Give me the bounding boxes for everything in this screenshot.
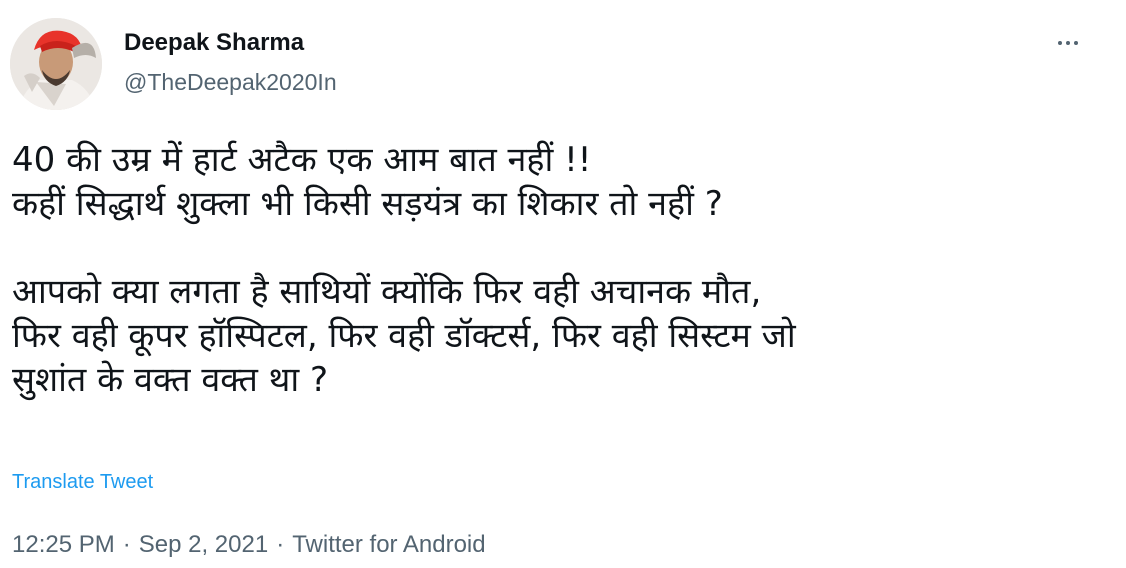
tweet-card: Deepak Sharma @TheDeepak2020In 40 की उम्… (0, 0, 1126, 568)
tweet-text-line: सुशांत के वक्त वक्त था ? (12, 360, 329, 400)
author-name[interactable]: Deepak Sharma (124, 28, 304, 58)
avatar[interactable] (10, 18, 102, 110)
avatar-photo (10, 18, 102, 110)
tweet-text-line: 40 की उम्र में हार्ट अटैक एक आम बात नहीं… (12, 140, 592, 180)
more-dot (1074, 41, 1078, 45)
tweet-text-line: फिर वही कूपर हॉस्पिटल, फिर वही डॉक्टर्स,… (12, 316, 796, 356)
tweet-date[interactable]: Sep 2, 2021 (139, 531, 268, 558)
more-dot (1066, 41, 1070, 45)
meta-separator: · (276, 531, 285, 558)
tweet-time[interactable]: 12:25 PM (12, 531, 115, 558)
tweet-text: 40 की उम्र में हार्ट अटैक एक आम बात नहीं… (12, 138, 1102, 402)
author-handle[interactable]: @TheDeepak2020In (124, 67, 337, 97)
meta-separator: · (122, 531, 131, 558)
more-dot (1058, 41, 1062, 45)
more-horizontal-icon[interactable] (1048, 30, 1088, 56)
tweet-source[interactable]: Twitter for Android (292, 531, 485, 558)
tweet-text-line: आपको क्या लगता है साथियों क्योंकि फिर वह… (12, 272, 762, 312)
tweet-meta: 12:25 PM · Sep 2, 2021 · Twitter for Android (12, 530, 486, 560)
tweet-text-line: कहीं सिद्धार्थ शुक्ला भी किसी सड़यंत्र क… (12, 184, 723, 224)
translate-tweet-link[interactable]: Translate Tweet (12, 468, 153, 496)
